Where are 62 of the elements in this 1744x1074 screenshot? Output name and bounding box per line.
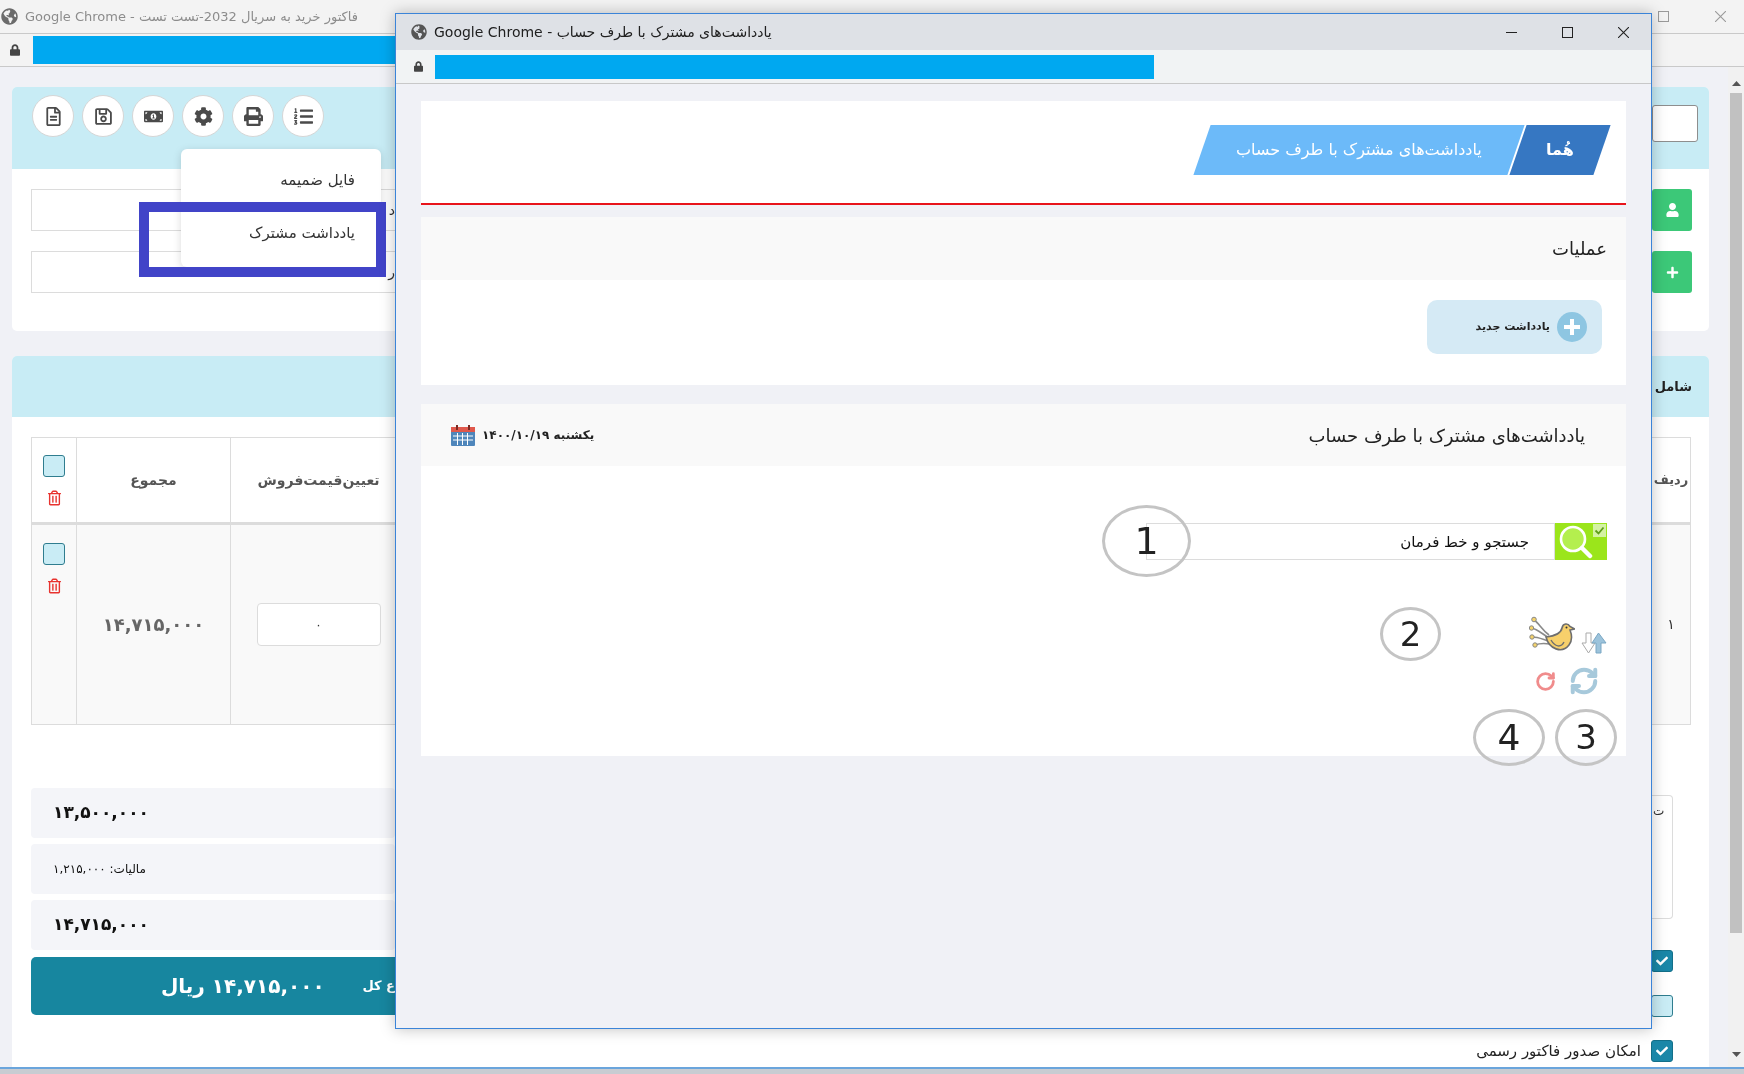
new-note-button[interactable]: یادداشت جدید — [1427, 300, 1602, 354]
lock-icon — [414, 61, 423, 72]
callout-number: 4 — [1473, 709, 1545, 766]
calendar-icon — [451, 424, 475, 446]
globe-icon — [1, 8, 18, 25]
settings-button[interactable] — [182, 95, 224, 137]
scrollbar-thumb[interactable] — [1730, 93, 1742, 933]
column-header: مجموع — [77, 438, 231, 522]
summary-row: مالیات: ۱,۲۱۵,۰۰۰ — [31, 844, 395, 894]
plus-circle-icon — [1557, 312, 1587, 342]
maximize-icon — [1561, 26, 1573, 38]
note-date: یکشنبه ۱۴۰۰/۱۰/۱۹ — [482, 427, 595, 444]
breadcrumb-item[interactable]: هُما — [1509, 125, 1611, 175]
scrollbar[interactable] — [1728, 67, 1744, 1067]
checkbox[interactable] — [1651, 995, 1673, 1017]
option-label: امکان صدور فاکتور رسمی — [1476, 1041, 1641, 1062]
callout-number: 2 — [1380, 607, 1441, 661]
callout-number: 3 — [1555, 709, 1617, 766]
price-input[interactable]: ۰ — [256, 603, 381, 646]
summary-row: ۱۳,۵۰۰,۰۰۰ — [31, 788, 395, 838]
check-icon — [1656, 1045, 1668, 1058]
trash-icon[interactable] — [47, 489, 61, 506]
list-button[interactable] — [282, 95, 324, 137]
plus-icon — [1665, 265, 1679, 279]
section-title: شامل — [1654, 377, 1692, 396]
refresh-icon[interactable] — [1534, 670, 1557, 692]
print-button[interactable] — [232, 95, 274, 137]
trash-icon[interactable] — [47, 578, 61, 594]
checkbox[interactable] — [43, 454, 65, 477]
money-button[interactable] — [132, 95, 174, 137]
window-title: Google Chrome - فاکتور خرید به سریال 2032-تست تست — [25, 7, 358, 27]
checkbox[interactable] — [43, 543, 65, 565]
maximize-icon — [1658, 11, 1669, 22]
checkbox[interactable] — [1651, 1040, 1673, 1063]
grand-total-value: ۱۴,۷۱۵,۰۰۰ ریال — [161, 973, 325, 1000]
checkbox[interactable] — [1651, 950, 1673, 972]
add-button[interactable] — [1652, 251, 1692, 293]
minimize-icon — [1505, 31, 1517, 33]
table-cell: ۱۴,۷۱۵,۰۰۰ — [77, 525, 231, 724]
document-icon — [43, 106, 63, 126]
card-title: یادداشت‌های مشترک با طرف حساب — [1308, 423, 1585, 449]
grand-total-label: ع کل — [362, 977, 395, 996]
save-button[interactable] — [82, 95, 124, 137]
close-icon — [1617, 26, 1629, 38]
up-down-arrows-icon[interactable] — [1581, 631, 1607, 655]
caret-down-icon[interactable] — [1731, 1052, 1741, 1057]
summary-row: ۱۴,۷۱۵,۰۰۰ — [31, 900, 395, 950]
check-icon — [1656, 955, 1668, 967]
lock-icon — [10, 44, 20, 56]
globe-icon — [411, 24, 427, 40]
user-icon — [1665, 203, 1679, 217]
settings-icon — [193, 106, 213, 126]
document-button[interactable] — [32, 95, 74, 137]
window-title: Google Chrome - یادداشت‌های مشترک با طرف حساب — [434, 22, 772, 43]
printer-icon — [243, 106, 263, 126]
card-title: عملیات — [1552, 237, 1607, 261]
callout-number: 1 — [1102, 505, 1191, 577]
caret-up-icon[interactable] — [1731, 81, 1741, 86]
input-field[interactable] — [1652, 105, 1698, 142]
numbered-list-icon — [293, 106, 313, 126]
add-user-button[interactable] — [1652, 189, 1692, 231]
close-icon — [1714, 11, 1726, 22]
